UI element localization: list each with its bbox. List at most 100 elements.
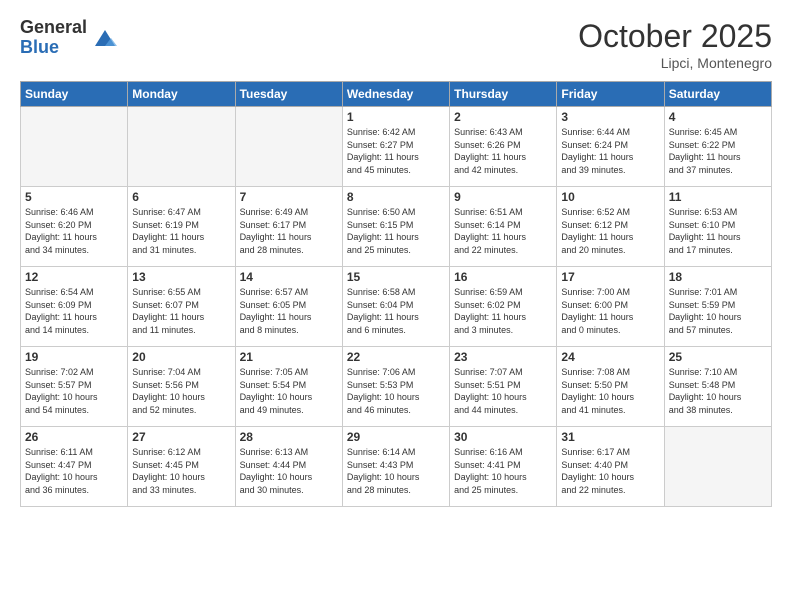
day-number: 29	[347, 430, 445, 444]
day-info: Sunrise: 7:10 AM Sunset: 5:48 PM Dayligh…	[669, 366, 767, 416]
day-header-friday: Friday	[557, 82, 664, 107]
day-info: Sunrise: 7:02 AM Sunset: 5:57 PM Dayligh…	[25, 366, 123, 416]
day-header-tuesday: Tuesday	[235, 82, 342, 107]
calendar-cell: 24Sunrise: 7:08 AM Sunset: 5:50 PM Dayli…	[557, 347, 664, 427]
calendar-cell: 28 Sunrise: 6:13 AM Sunset: 4:44 PM Dayli…	[235, 427, 342, 507]
day-info: Sunrise: 7:01 AM Sunset: 5:59 PM Dayligh…	[669, 286, 767, 336]
calendar-cell: 12 Sunrise: 6:54 AM Sunset: 6:09 PM Dayli…	[21, 267, 128, 347]
day-number: 25	[669, 350, 767, 364]
calendar-header: SundayMondayTuesdayWednesdayThursdayFrid…	[21, 82, 772, 107]
calendar-cell: 16 Sunrise: 6:59 AM Sunset: 6:02 PM Dayli…	[450, 267, 557, 347]
calendar-cell: 10Sunrise: 6:52 AM Sunset: 6:12 PM Dayli…	[557, 187, 664, 267]
calendar-cell	[235, 107, 342, 187]
day-number: 14	[240, 270, 338, 284]
day-number: 21	[240, 350, 338, 364]
week-row-4: 26Sunrise: 6:11 AM Sunset: 4:47 PM Dayli…	[21, 427, 772, 507]
day-info: Sunrise: 6:13 AM Sunset: 4:44 PM Dayligh…	[240, 446, 338, 496]
calendar-cell: 11 Sunrise: 6:53 AM Sunset: 6:10 PM Dayli…	[664, 187, 771, 267]
month-title: October 2025	[578, 18, 772, 55]
calendar-cell: 30Sunrise: 6:16 AM Sunset: 4:41 PM Dayli…	[450, 427, 557, 507]
calendar-cell: 18 Sunrise: 7:01 AM Sunset: 5:59 PM Dayli…	[664, 267, 771, 347]
calendar-cell: 4 Sunrise: 6:45 AM Sunset: 6:22 PM Daylig…	[664, 107, 771, 187]
day-info: Sunrise: 6:43 AM Sunset: 6:26 PM Dayligh…	[454, 126, 552, 176]
calendar-cell: 5 Sunrise: 6:46 AM Sunset: 6:20 PM Daylig…	[21, 187, 128, 267]
day-number: 31	[561, 430, 659, 444]
calendar-cell: 25 Sunrise: 7:10 AM Sunset: 5:48 PM Dayli…	[664, 347, 771, 427]
calendar-cell	[664, 427, 771, 507]
calendar-cell	[21, 107, 128, 187]
calendar-cell: 15 Sunrise: 6:58 AM Sunset: 6:04 PM Dayli…	[342, 267, 449, 347]
day-info: Sunrise: 7:04 AM Sunset: 5:56 PM Dayligh…	[132, 366, 230, 416]
day-number: 2	[454, 110, 552, 124]
day-info: Sunrise: 6:54 AM Sunset: 6:09 PM Dayligh…	[25, 286, 123, 336]
day-number: 23	[454, 350, 552, 364]
calendar-cell: 9Sunrise: 6:51 AM Sunset: 6:14 PM Daylig…	[450, 187, 557, 267]
day-info: Sunrise: 6:47 AM Sunset: 6:19 PM Dayligh…	[132, 206, 230, 256]
day-number: 10	[561, 190, 659, 204]
day-number: 15	[347, 270, 445, 284]
calendar-table: SundayMondayTuesdayWednesdayThursdayFrid…	[20, 81, 772, 507]
day-number: 8	[347, 190, 445, 204]
day-info: Sunrise: 6:44 AM Sunset: 6:24 PM Dayligh…	[561, 126, 659, 176]
calendar-cell: 31 Sunrise: 6:17 AM Sunset: 4:40 PM Dayli…	[557, 427, 664, 507]
day-number: 17	[561, 270, 659, 284]
day-info: Sunrise: 6:42 AM Sunset: 6:27 PM Dayligh…	[347, 126, 445, 176]
calendar-cell: 6 Sunrise: 6:47 AM Sunset: 6:19 PM Daylig…	[128, 187, 235, 267]
day-info: Sunrise: 6:14 AM Sunset: 4:43 PM Dayligh…	[347, 446, 445, 496]
calendar-cell: 19 Sunrise: 7:02 AM Sunset: 5:57 PM Dayli…	[21, 347, 128, 427]
day-header-wednesday: Wednesday	[342, 82, 449, 107]
day-number: 6	[132, 190, 230, 204]
day-number: 27	[132, 430, 230, 444]
location: Lipci, Montenegro	[578, 55, 772, 71]
day-number: 1	[347, 110, 445, 124]
day-number: 5	[25, 190, 123, 204]
day-number: 13	[132, 270, 230, 284]
day-header-monday: Monday	[128, 82, 235, 107]
day-number: 26	[25, 430, 123, 444]
week-row-2: 12 Sunrise: 6:54 AM Sunset: 6:09 PM Dayli…	[21, 267, 772, 347]
day-info: Sunrise: 7:05 AM Sunset: 5:54 PM Dayligh…	[240, 366, 338, 416]
calendar-cell: 8Sunrise: 6:50 AM Sunset: 6:15 PM Daylig…	[342, 187, 449, 267]
page-header: General Blue October 2025 Lipci, Montene…	[20, 18, 772, 71]
day-info: Sunrise: 6:58 AM Sunset: 6:04 PM Dayligh…	[347, 286, 445, 336]
day-number: 18	[669, 270, 767, 284]
day-header-saturday: Saturday	[664, 82, 771, 107]
day-number: 28	[240, 430, 338, 444]
day-info: Sunrise: 6:46 AM Sunset: 6:20 PM Dayligh…	[25, 206, 123, 256]
day-info: Sunrise: 6:59 AM Sunset: 6:02 PM Dayligh…	[454, 286, 552, 336]
week-row-1: 5 Sunrise: 6:46 AM Sunset: 6:20 PM Daylig…	[21, 187, 772, 267]
day-number: 20	[132, 350, 230, 364]
calendar-cell: 21 Sunrise: 7:05 AM Sunset: 5:54 PM Dayli…	[235, 347, 342, 427]
title-block: October 2025 Lipci, Montenegro	[578, 18, 772, 71]
calendar-cell: 23 Sunrise: 7:07 AM Sunset: 5:51 PM Dayli…	[450, 347, 557, 427]
calendar-body: 1 Sunrise: 6:42 AM Sunset: 6:27 PM Daylig…	[21, 107, 772, 507]
day-number: 12	[25, 270, 123, 284]
calendar-cell: 1 Sunrise: 6:42 AM Sunset: 6:27 PM Daylig…	[342, 107, 449, 187]
logo-blue-text: Blue	[20, 38, 87, 58]
day-number: 11	[669, 190, 767, 204]
calendar-cell: 26Sunrise: 6:11 AM Sunset: 4:47 PM Dayli…	[21, 427, 128, 507]
day-header-row: SundayMondayTuesdayWednesdayThursdayFrid…	[21, 82, 772, 107]
day-info: Sunrise: 6:17 AM Sunset: 4:40 PM Dayligh…	[561, 446, 659, 496]
day-info: Sunrise: 7:08 AM Sunset: 5:50 PM Dayligh…	[561, 366, 659, 416]
day-info: Sunrise: 6:53 AM Sunset: 6:10 PM Dayligh…	[669, 206, 767, 256]
day-number: 22	[347, 350, 445, 364]
week-row-3: 19 Sunrise: 7:02 AM Sunset: 5:57 PM Dayli…	[21, 347, 772, 427]
day-number: 9	[454, 190, 552, 204]
calendar-page: General Blue October 2025 Lipci, Montene…	[0, 0, 792, 612]
day-info: Sunrise: 7:07 AM Sunset: 5:51 PM Dayligh…	[454, 366, 552, 416]
week-row-0: 1 Sunrise: 6:42 AM Sunset: 6:27 PM Daylig…	[21, 107, 772, 187]
day-number: 16	[454, 270, 552, 284]
day-info: Sunrise: 6:45 AM Sunset: 6:22 PM Dayligh…	[669, 126, 767, 176]
day-number: 7	[240, 190, 338, 204]
day-header-thursday: Thursday	[450, 82, 557, 107]
calendar-cell: 29 Sunrise: 6:14 AM Sunset: 4:43 PM Dayli…	[342, 427, 449, 507]
calendar-cell: 7Sunrise: 6:49 AM Sunset: 6:17 PM Daylig…	[235, 187, 342, 267]
day-number: 4	[669, 110, 767, 124]
day-info: Sunrise: 6:12 AM Sunset: 4:45 PM Dayligh…	[132, 446, 230, 496]
day-info: Sunrise: 6:55 AM Sunset: 6:07 PM Dayligh…	[132, 286, 230, 336]
calendar-cell: 20 Sunrise: 7:04 AM Sunset: 5:56 PM Dayli…	[128, 347, 235, 427]
calendar-cell: 2 Sunrise: 6:43 AM Sunset: 6:26 PM Daylig…	[450, 107, 557, 187]
day-number: 3	[561, 110, 659, 124]
day-number: 19	[25, 350, 123, 364]
